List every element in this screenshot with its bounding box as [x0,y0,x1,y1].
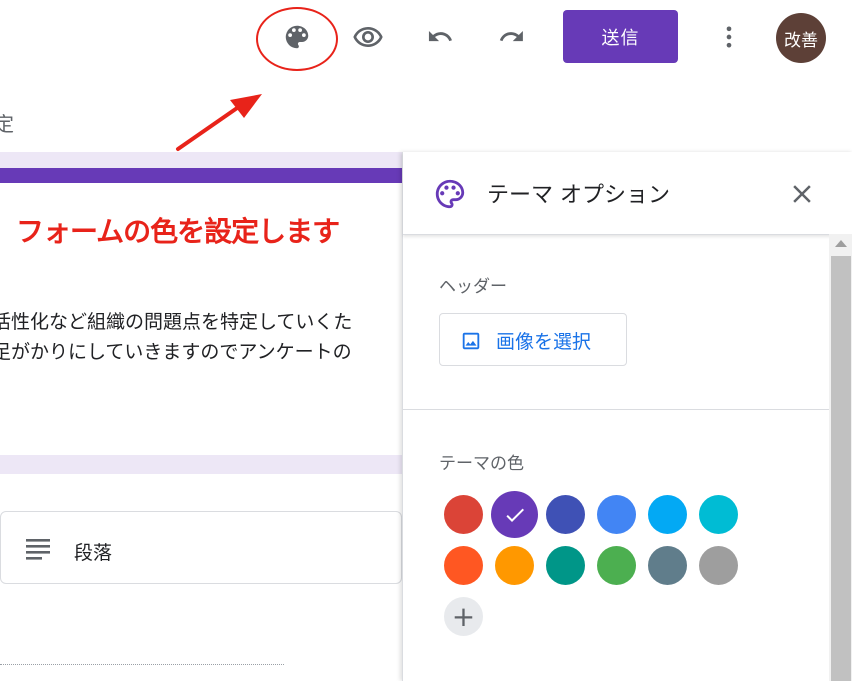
scroll-up-arrow[interactable] [835,240,847,247]
preview-eye-icon[interactable] [348,17,388,57]
check-icon [491,491,538,538]
panel-title: テーマ オプション [487,183,670,208]
annotation-arrow [176,94,262,151]
send-button[interactable]: 送信 [563,10,678,63]
color-swatch[interactable] [699,546,738,585]
annotation-label: フォームの色を設定します [16,215,340,248]
color-swatch[interactable] [648,546,687,585]
color-swatch[interactable] [699,495,738,534]
paragraph-icon [26,539,50,560]
palette-icon [435,179,465,209]
color-swatch[interactable] [495,546,534,585]
image-icon [462,332,480,350]
color-swatch[interactable] [444,546,483,585]
color-swatch[interactable] [546,546,585,585]
choose-image-button[interactable]: 画像を選択 [439,313,627,366]
form-description-line[interactable]: 足がかりにしていきますのでアンケートの [0,337,352,364]
form-accent-bar [0,168,404,183]
choose-image-label: 画像を選択 [496,331,592,353]
color-swatch[interactable] [546,495,585,534]
panel-header: テーマ オプション [403,152,852,235]
answer-placeholder-line [0,664,284,665]
form-description-line[interactable]: 活性化など組織の問題点を特定していくた [0,307,352,334]
question-type-label: 段落 [74,542,113,564]
undo-icon[interactable] [420,17,460,57]
color-swatch[interactable] [597,495,636,534]
highlight-circle [256,7,338,71]
color-swatch[interactable] [648,495,687,534]
add-custom-color-button[interactable]: + [444,597,483,636]
scroll-thumb[interactable] [831,256,851,681]
panel-scrollbar[interactable] [829,234,852,681]
section-divider [403,409,829,410]
question-type-select[interactable]: 段落 [0,511,402,584]
theme-options-panel: テーマ オプション ヘッダー 画像を選択 テーマの色 + [402,152,852,681]
color-swatch[interactable] [491,491,538,538]
color-swatch[interactable] [444,495,483,534]
theme-color-label: テーマの色 [439,454,524,474]
color-swatch[interactable] [597,546,636,585]
avatar[interactable]: 改善 [776,13,826,63]
close-icon[interactable] [787,179,817,209]
redo-icon[interactable] [492,17,532,57]
more-vert-icon[interactable] [709,17,749,57]
top-toolbar: 送信 改善 [0,0,852,78]
header-section-label: ヘッダー [439,277,507,297]
partial-text: 定 [0,112,14,136]
